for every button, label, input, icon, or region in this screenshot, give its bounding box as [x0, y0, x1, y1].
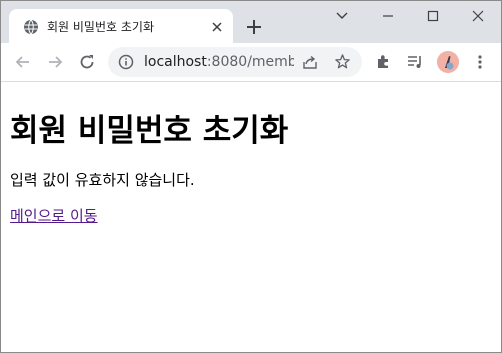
- tab-close-icon[interactable]: [209, 19, 225, 35]
- tab-title: 회원 비밀번호 초기화: [47, 20, 154, 34]
- bookmark-star-icon[interactable]: [334, 53, 351, 70]
- error-message: 입력 값이 유효하지 않습니다.: [10, 171, 195, 189]
- page-content: 회원 비밀번호 초기화 입력 값이 유효하지 않습니다. 메인으로 이동: [1, 82, 501, 352]
- share-icon[interactable]: [302, 54, 318, 70]
- address-bar[interactable]: localhost:8080/memb...: [108, 47, 362, 77]
- back-icon[interactable]: [14, 53, 32, 71]
- reload-icon[interactable]: [78, 53, 96, 71]
- new-tab-icon[interactable]: [244, 17, 264, 37]
- site-info-icon[interactable]: [118, 54, 134, 70]
- globe-icon: [24, 19, 38, 35]
- forward-icon[interactable]: [46, 53, 64, 71]
- browser-tab[interactable]: 회원 비밀번호 초기화: [9, 9, 233, 43]
- kebab-menu-icon[interactable]: [471, 53, 489, 71]
- url-text: localhost:8080/memb...: [144, 54, 294, 70]
- page-title: 회원 비밀번호 초기화: [10, 113, 289, 149]
- tab-strip: 회원 비밀번호 초기화: [1, 1, 501, 43]
- chevron-down-icon[interactable]: [332, 7, 352, 25]
- minimize-icon[interactable]: [378, 7, 398, 25]
- media-queue-icon[interactable]: [406, 53, 424, 71]
- maximize-icon[interactable]: [423, 7, 443, 25]
- browser-toolbar: localhost:8080/memb...: [1, 43, 501, 82]
- window-close-icon[interactable]: [468, 7, 488, 25]
- extensions-icon[interactable]: [375, 53, 393, 71]
- go-to-main-link[interactable]: 메인으로 이동: [10, 205, 98, 226]
- profile-avatar[interactable]: [437, 51, 459, 73]
- browser-window: 회원 비밀번호 초기화 localhost:8080/mem 회원 비밀번호 초…: [0, 0, 502, 353]
